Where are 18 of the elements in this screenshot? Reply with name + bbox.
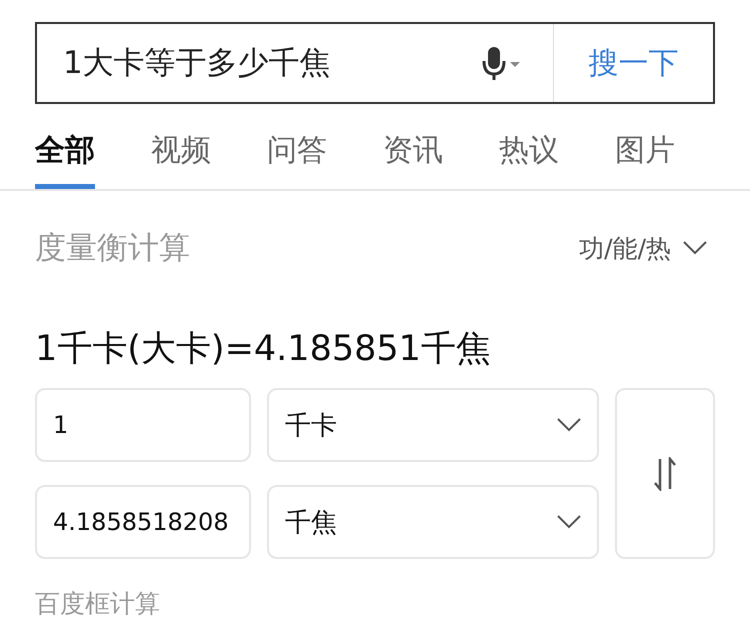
card-title: 度量衡计算: [35, 229, 190, 268]
unit-dropdown[interactable]: 千焦: [267, 485, 599, 559]
value-field[interactable]: 4.1858518208: [35, 485, 251, 559]
swap-arrows-icon: [654, 456, 676, 490]
chevron-down-icon: [557, 418, 581, 432]
category-dropdown[interactable]: 功/能/热: [579, 232, 715, 264]
tab[interactable]: 视频: [151, 126, 211, 189]
tab[interactable]: 图片: [615, 126, 675, 189]
tab[interactable]: 资讯: [383, 126, 443, 189]
chevron-down-icon: [683, 241, 707, 255]
source-label: 百度框计算: [35, 588, 161, 620]
tab[interactable]: 问答: [267, 126, 327, 189]
value-field[interactable]: 1: [35, 388, 251, 462]
unit-dropdown[interactable]: 千卡: [267, 388, 599, 462]
tab[interactable]: 全部: [35, 126, 95, 189]
chevron-down-icon: [557, 515, 581, 529]
conversion-result: 1千卡(大卡)=4.185851千焦: [35, 328, 492, 371]
tab[interactable]: 热议: [499, 126, 559, 189]
